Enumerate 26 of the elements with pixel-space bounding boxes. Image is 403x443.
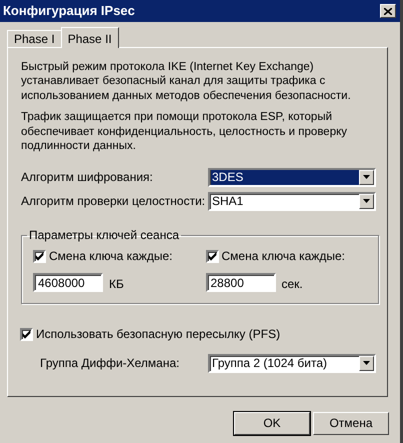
dropdown[interactable]: SHA1 <box>208 192 376 211</box>
group-title: Параметры ключей сеанса <box>28 228 180 242</box>
field-label: Алгоритм проверки целостности: <box>21 194 206 209</box>
dialog-button[interactable]: OK <box>234 412 310 435</box>
checkbox[interactable] <box>20 328 33 342</box>
description-text: Трафик защищается при помощи протокола ESP, который обеспечивает конфиденциальность, целостность и проверку подлинности данных. <box>21 110 348 154</box>
close-button[interactable] <box>380 4 396 18</box>
unit-label: КБ <box>109 277 124 292</box>
window-title: Конфигурация IPsec <box>3 2 135 20</box>
dropdown[interactable]: Группа 2 (1024 бита) <box>208 354 376 373</box>
checkbox-label: Смена ключа каждые: <box>49 249 172 264</box>
tab[interactable]: Phase II <box>60 27 119 48</box>
input-field[interactable]: 4608000 <box>33 273 103 292</box>
unit-label: сек. <box>282 277 303 292</box>
checkbox[interactable] <box>206 250 218 264</box>
checkbox[interactable] <box>33 250 46 264</box>
dialog-button[interactable]: Отмена <box>313 412 389 435</box>
field-label: Группа Диффи-Хелмана: <box>39 356 180 371</box>
checkbox-label: Использовать безопасную пересылку (PFS) <box>36 327 280 342</box>
description-text: Быстрый режим протокола IKE (Internet Key Exchange) устанавливает безопасный канал для защиты трафика с использованием данных методов обеспечения безопасности. <box>21 60 352 104</box>
field-label: Алгоритм шифрования: <box>21 170 154 185</box>
tab[interactable]: Phase I <box>7 30 62 47</box>
close-icon[interactable] <box>384 8 392 14</box>
checkbox-label: Смена ключа каждые: <box>222 249 345 264</box>
dropdown[interactable]: 3DES <box>208 168 376 187</box>
input-field[interactable]: 28800 <box>206 273 276 292</box>
